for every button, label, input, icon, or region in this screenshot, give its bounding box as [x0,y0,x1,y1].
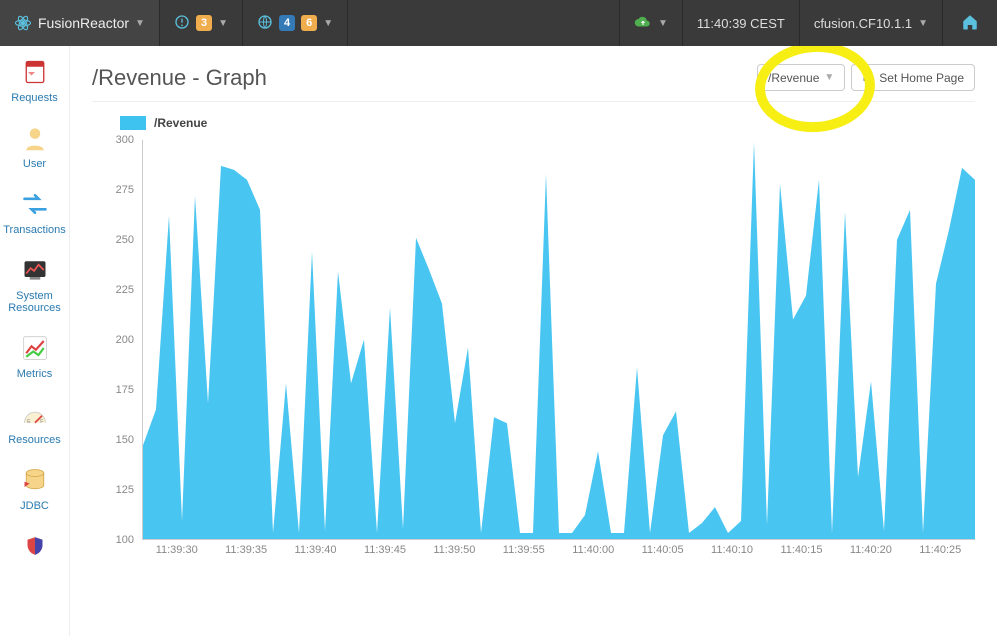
sidebar-item-jdbc[interactable]: JDBC [0,454,69,520]
alerts-badge: 3 [196,15,212,31]
y-tick: 275 [116,184,134,196]
page-title: /Revenue - Graph [92,65,267,91]
y-tick: 300 [116,134,134,146]
jdbc-icon [19,464,51,496]
brand-label: FusionReactor [38,15,129,31]
x-tick: 11:40:05 [642,544,684,556]
x-tick: 11:39:45 [364,544,406,556]
svg-text:E: E [27,419,31,425]
alert-icon [174,14,190,33]
page-actions: /Revenue ▼ Set Home Page [757,64,975,91]
sidebar-item-more[interactable] [0,520,69,574]
main-content: /Revenue - Graph /Revenue ▼ Set Home Pag… [70,46,997,636]
sidebar-item-transactions[interactable]: Transactions [0,178,69,244]
shield-icon [19,530,51,562]
sidebar-item-label: User [0,158,69,170]
net-badge-2: 6 [301,15,317,31]
x-tick: 11:39:30 [156,544,198,556]
instance-menu[interactable]: cfusion.CF10.1.1 ▼ [799,0,942,46]
brand-menu[interactable]: FusionReactor ▼ [0,0,160,46]
x-tick: 11:40:15 [780,544,822,556]
legend-swatch [120,116,146,130]
network-menu[interactable]: 4 6 ▼ [243,0,348,46]
caret-down-icon: ▼ [135,18,145,29]
cloud-menu[interactable]: ▼ [619,0,682,46]
resources-icon: EF [19,398,51,430]
home-button[interactable] [942,0,997,46]
instance-label: cfusion.CF10.1.1 [814,16,912,31]
revenue-dropdown[interactable]: /Revenue ▼ [757,64,845,91]
brand-icon [14,14,32,32]
area-chart [143,140,975,539]
y-axis: 100125150175200225250275300 [92,140,140,540]
chart-container: 100125150175200225250275300 11:39:3011:3… [92,140,975,560]
requests-icon [19,56,51,88]
sidebar-item-label: System Resources [0,290,69,314]
caret-down-icon: ▼ [323,18,333,29]
x-tick: 11:40:25 [919,544,961,556]
y-tick: 100 [116,534,134,546]
system-resources-icon [19,254,51,286]
caret-down-icon: ▼ [824,72,834,83]
user-icon [19,122,51,154]
x-tick: 11:39:40 [295,544,337,556]
caret-down-icon: ▼ [918,18,928,29]
y-tick: 125 [116,484,134,496]
clock-display: 11:40:39 CEST [682,0,799,46]
x-tick: 11:40:00 [572,544,614,556]
home-icon [961,13,979,34]
sidebar-item-label: JDBC [0,500,69,512]
svg-text:F: F [40,419,43,425]
caret-down-icon: ▼ [218,18,228,29]
metrics-icon [19,332,51,364]
sidebar-item-label: Requests [0,92,69,104]
y-tick: 175 [116,384,134,396]
net-badge-1: 4 [279,15,295,31]
x-tick: 11:40:20 [850,544,892,556]
home-icon [862,70,874,85]
sidebar-item-label: Transactions [0,224,69,236]
top-navbar: FusionReactor ▼ 3 ▼ 4 6 ▼ ▼ 11:40:39 CES… [0,0,997,46]
sidebar-item-requests[interactable]: Requests [0,46,69,112]
cloud-upload-icon [634,13,652,34]
page-header: /Revenue - Graph /Revenue ▼ Set Home Pag… [92,64,975,102]
y-tick: 150 [116,434,134,446]
y-tick: 225 [116,284,134,296]
transactions-icon [19,188,51,220]
y-tick: 200 [116,334,134,346]
alerts-menu[interactable]: 3 ▼ [160,0,243,46]
sidebar-item-metrics[interactable]: Metrics [0,322,69,388]
nav-spacer [348,0,619,46]
sidebar-item-resources[interactable]: EF Resources [0,388,69,454]
set-home-page-button[interactable]: Set Home Page [851,64,975,91]
y-tick: 250 [116,234,134,246]
dropdown-label: /Revenue [768,71,819,85]
sidebar-item-system-resources[interactable]: System Resources [0,244,69,322]
x-tick: 11:39:35 [225,544,267,556]
main-layout: Requests User Transactions System Resour… [0,46,997,636]
x-tick: 11:39:55 [503,544,545,556]
x-tick: 11:40:10 [711,544,753,556]
sidebar-item-label: Resources [0,434,69,446]
chart-legend: /Revenue [120,116,975,130]
sidebar: Requests User Transactions System Resour… [0,46,70,636]
x-tick: 11:39:50 [433,544,475,556]
sidebar-item-label: Metrics [0,368,69,380]
chart-plot [142,140,975,540]
clock-text: 11:40:39 CEST [697,16,785,31]
legend-label: /Revenue [154,116,207,130]
caret-down-icon: ▼ [658,18,668,29]
set-home-label: Set Home Page [879,71,964,85]
x-axis: 11:39:30 11:39:35 11:39:40 11:39:45 11:39:50… [142,542,975,560]
globe-icon [257,14,273,33]
sidebar-item-user[interactable]: User [0,112,69,178]
